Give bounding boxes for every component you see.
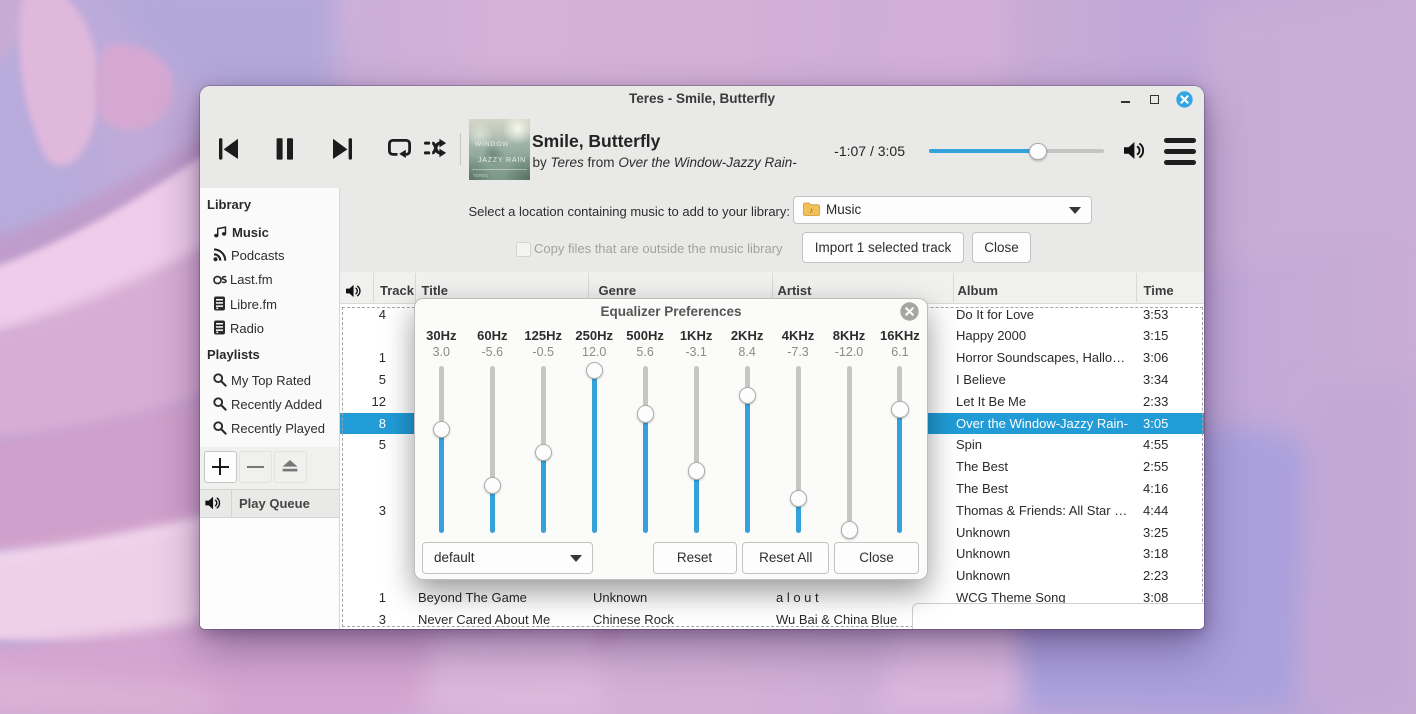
svg-text:♪: ♪ (809, 205, 813, 215)
